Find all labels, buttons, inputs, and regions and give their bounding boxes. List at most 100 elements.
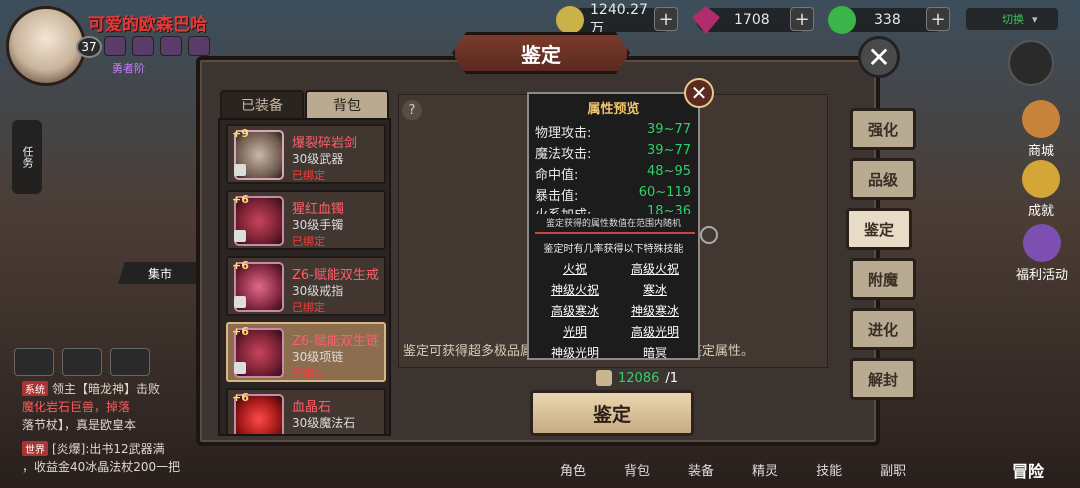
list-item[interactable]: +6 血晶石 30级魔法石 [226,388,386,434]
stat-value: 39~77 [647,143,691,158]
stat-value: 60~119 [638,185,691,200]
list-item[interactable]: +6 Z6-赋能双生链 30级项链 已绑定 [226,322,386,382]
buff-icon[interactable] [188,36,210,56]
skill-link[interactable]: 神级火祝 [535,281,615,298]
skill-link[interactable]: 暗冥 [615,344,695,358]
settings-icon[interactable] [1008,40,1054,86]
stat-label: 暴击值: [535,189,579,204]
server-switch[interactable]: 切换 ▾ [966,8,1058,30]
gems-resource: 1708 + [692,6,814,34]
popup-close-icon[interactable]: ✕ [684,78,714,108]
gems-value: 1708 [734,12,770,28]
market-sign[interactable]: 集市 [118,262,202,284]
nav-subjob[interactable]: 副职 [880,460,906,479]
panel-title: 鉴定 [452,32,630,74]
tab-bag[interactable]: 背包 [305,90,389,120]
chat-text: 领主【暗龙神】击败 [52,382,161,396]
stat-label: 魔法攻击: [535,147,592,162]
tab-grade[interactable]: 品级 [850,158,916,200]
add-gems-button[interactable]: + [790,7,814,31]
identify-cost: 12086/1 [596,370,678,386]
item-type: 30级魔法石 [292,416,356,430]
add-stamina-button[interactable]: + [926,7,950,31]
tab-enhance[interactable]: 强化 [850,108,916,150]
friends-icon[interactable] [110,348,150,376]
item-bound: 已绑定 [292,169,325,182]
achievement-button[interactable]: 成就 [1022,160,1060,219]
nav-skills[interactable]: 技能 [816,460,842,479]
item-type: 30级武器 [292,152,344,166]
nav-bag[interactable]: 背包 [624,460,650,479]
heart-icon [828,6,856,34]
popup-subtitle: 鉴定时有几率获得以下特殊技能 [543,244,684,255]
skill-link[interactable]: 光明 [535,323,615,340]
nav-equipment[interactable]: 装备 [688,460,714,479]
chat-line: ，收益金40冰晶法杖200一把 [22,458,180,475]
chat-toolbar [14,348,150,376]
help-icon[interactable]: ? [402,100,422,120]
skill-link[interactable]: 高级火祝 [615,260,695,277]
cost-total: /1 [665,370,679,386]
nav-character[interactable]: 角色 [560,460,586,479]
item-plus: +6 [232,193,249,206]
list-item[interactable]: +9 爆裂碎岩剑 30级武器 已绑定 [226,124,386,184]
market-label: 集市 [147,266,172,281]
list-item[interactable]: +6 猩红血镯 30级手镯 已绑定 [226,190,386,250]
tab-identify[interactable]: 鉴定 [846,208,912,250]
tab-evolve[interactable]: 进化 [850,308,916,350]
stat-row: 物理攻击: 39~77 [535,122,695,141]
lock-icon [234,164,246,176]
nav-spirit[interactable]: 精灵 [752,460,778,479]
player-avatar[interactable] [6,6,86,86]
scroll-icon [596,370,612,386]
close-icon[interactable]: ✕ [858,36,900,78]
task-button[interactable]: 任务 [12,120,42,194]
stamina-value: 338 [874,12,901,28]
add-gold-button[interactable]: + [654,7,678,31]
skill-link[interactable]: 神级光明 [535,344,615,358]
gift-icon [1022,224,1061,262]
skill-link[interactable]: 火祝 [535,260,615,277]
identify-button[interactable]: 鉴定 [530,390,694,436]
chat-icon[interactable] [14,348,54,376]
stat-row: 火系加成: 18~36 [535,204,695,214]
tab-enchant[interactable]: 附魔 [850,258,916,300]
chat-text: 魔化岩石巨兽，掉落 [22,400,131,414]
bottom-nav: 角色 背包 装备 精灵 技能 副职 [560,460,906,479]
skill-link[interactable]: 寒冰 [615,281,695,298]
vip-label: 勇者阶 [112,62,145,75]
tab-unseal[interactable]: 解封 [850,358,916,400]
shop-button[interactable]: 商城 [1022,100,1060,159]
cost-current: 12086 [618,370,660,386]
stat-label: 火系加成: [535,204,591,214]
buff-icon[interactable] [132,36,154,56]
skill-link[interactable]: 高级光明 [615,323,695,340]
popup-divider [535,232,695,234]
item-name: 猩红血镯 [292,202,345,217]
search-icon[interactable] [700,226,718,244]
list-item[interactable]: +6 Z6-赋能双生戒 30级戒指 已绑定 [226,256,386,316]
stamina-resource: 338 + [828,6,950,34]
stat-value: 48~95 [647,164,691,179]
item-plus: +9 [232,127,249,140]
item-list: +9 爆裂碎岩剑 30级武器 已绑定 +6 猩红血镯 30级手镯 已绑定 +6 … [218,118,391,436]
buff-icon[interactable] [160,36,182,56]
popup-title: 属性预览 [587,102,640,117]
adventure-button[interactable]: 冒险 [1012,458,1044,482]
skill-link[interactable]: 高级寒冰 [535,302,615,319]
attribute-preview-popup: 属性预览 物理攻击: 39~77 魔法攻击: 39~77 命中值: 48~95 … [527,92,700,360]
chat-line: 魔化岩石巨兽，掉落 [22,398,130,415]
item-type: 30级项链 [292,350,344,364]
buff-icon[interactable] [104,36,126,56]
skill-link[interactable]: 神级寒冰 [615,302,695,319]
stat-label: 命中值: [535,168,579,183]
gold-resource: 1240.27万 + [556,2,678,37]
welfare-button[interactable]: 福利活动 [1016,224,1068,283]
mail-icon[interactable] [62,348,102,376]
stat-row: 暴击值: 60~119 [535,185,695,204]
tab-equipped[interactable]: 已装备 [220,90,304,120]
item-name: Z6-赋能双生链 [292,334,379,349]
item-bound: 已绑定 [292,301,325,314]
gold-coin-icon [556,6,584,34]
level-badge: 37 [76,36,102,58]
